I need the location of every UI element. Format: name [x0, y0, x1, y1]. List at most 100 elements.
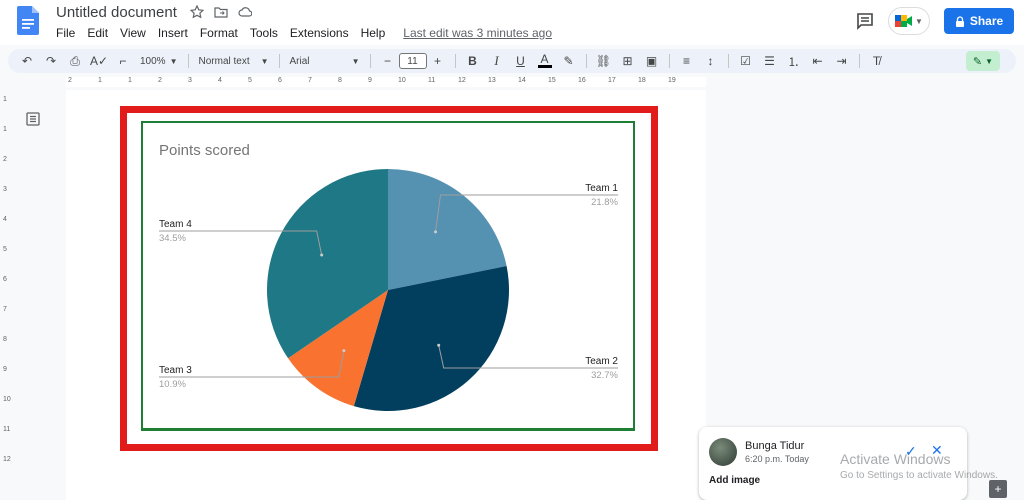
add-comment-icon[interactable]: ⊞: [621, 54, 635, 68]
leader-dot: [433, 230, 437, 234]
chevron-down-icon: ▼: [915, 16, 923, 26]
ruler-number: 16: [578, 77, 586, 84]
menu-format[interactable]: Format: [200, 26, 238, 40]
font-size-control: − 11 +: [381, 53, 445, 69]
align-icon[interactable]: ≡: [680, 54, 694, 68]
ruler-number: 15: [548, 77, 556, 84]
edit-pencil-icon: ✎: [972, 55, 983, 68]
leader-dot: [342, 349, 346, 353]
explore-icon[interactable]: +: [989, 480, 1007, 498]
move-folder-icon[interactable]: [214, 5, 228, 19]
vruler-number: 8: [3, 336, 7, 343]
ruler-number: 19: [668, 77, 676, 84]
add-image-link[interactable]: Add image: [709, 475, 760, 486]
comment-author: Bunga Tidur: [745, 440, 805, 452]
menu-edit[interactable]: Edit: [87, 26, 108, 40]
font-value: Arial: [289, 55, 310, 67]
pie-chart[interactable]: Points scored Team 1 21.8% Team 2 32.7% Team…: [143, 123, 633, 428]
chevron-down-icon: ▼: [260, 56, 269, 66]
decrease-indent-icon[interactable]: ⇤: [811, 54, 825, 68]
print-icon[interactable]: ⎙: [68, 54, 82, 68]
divider: [858, 54, 860, 68]
divider: [454, 54, 456, 68]
vertical-ruler[interactable]: 1 1 2 3 4 5 6 7 8 9 10 11 12: [2, 90, 12, 500]
watermark-title: Activate Windows: [840, 451, 951, 467]
lock-icon: [955, 15, 964, 27]
style-select[interactable]: Normal text ▼: [199, 56, 269, 67]
ruler-number: 1: [128, 77, 132, 84]
menu-file[interactable]: File: [56, 26, 75, 40]
chart-title: Points scored: [159, 142, 250, 159]
avatar: [709, 438, 737, 466]
slice-label: Team 2: [585, 356, 618, 367]
bold-button[interactable]: B: [466, 54, 480, 68]
vruler-number: 1: [3, 96, 7, 103]
slice-percent-label: 32.7%: [591, 370, 618, 381]
increase-indent-icon[interactable]: ⇥: [835, 54, 849, 68]
redo-icon[interactable]: ↷: [44, 54, 58, 68]
activate-windows-watermark: Activate Windows Go to Settings to activ…: [840, 451, 998, 481]
font-size-input[interactable]: 11: [398, 53, 427, 69]
comment-history-icon[interactable]: [856, 12, 874, 30]
font-select[interactable]: Arial ▼: [290, 56, 360, 67]
vruler-number: 1: [3, 126, 7, 133]
line-spacing-icon[interactable]: ↕: [704, 54, 718, 68]
bulleted-list-icon[interactable]: ☰: [763, 54, 777, 68]
ruler-number: 18: [638, 77, 646, 84]
undo-icon[interactable]: ↶: [20, 54, 34, 68]
vruler-number: 12: [3, 456, 11, 463]
decrease-font-icon[interactable]: −: [381, 54, 395, 68]
vruler-number: 6: [3, 276, 7, 283]
vruler-number: 3: [3, 186, 7, 193]
title-bar: Untitled document File Edit View Insert …: [0, 0, 1024, 45]
vruler-number: 11: [3, 426, 11, 433]
ruler-number: 5: [248, 77, 252, 84]
editing-mode-button[interactable]: ✎ ▼: [966, 51, 1000, 71]
chevron-down-icon: ▼: [985, 56, 994, 66]
divider: [668, 54, 670, 68]
share-label: Share: [969, 14, 1004, 28]
ruler-number: 2: [68, 77, 72, 84]
checklist-icon[interactable]: ☑: [739, 54, 753, 68]
ruler-number: 3: [188, 77, 192, 84]
last-edit-link[interactable]: Last edit was 3 minutes ago: [403, 26, 552, 40]
text-color-button[interactable]: A: [537, 53, 552, 68]
underline-button[interactable]: U: [514, 54, 528, 68]
horizontal-ruler[interactable]: 2 1 1 2 3 4 5 6 7 8 9 10 11 12 13 14 15 16 17 18 19: [66, 77, 706, 87]
italic-button[interactable]: I: [490, 53, 504, 68]
star-icon[interactable]: [189, 4, 205, 19]
toolbar: ↶ ↷ ⎙ A✓ ⌐ 100% ▼ Normal text ▼ Arial ▼ − 1…: [8, 49, 1016, 73]
divider: [369, 54, 371, 68]
menu-bar: File Edit View Insert Format Tools Exten…: [56, 26, 552, 40]
ruler-number: 11: [428, 77, 436, 84]
document-outline-icon[interactable]: [26, 112, 40, 126]
clear-formatting-icon[interactable]: T̸: [870, 54, 884, 68]
slice-percent-label: 34.5%: [159, 233, 186, 244]
link-icon[interactable]: ⛓: [596, 54, 611, 68]
meet-button[interactable]: ▼: [888, 7, 930, 35]
menu-help[interactable]: Help: [361, 26, 386, 40]
paint-format-icon[interactable]: ⌐: [116, 54, 130, 68]
divider: [187, 54, 189, 68]
spellcheck-icon[interactable]: A✓: [90, 54, 108, 68]
zoom-select[interactable]: 100% ▼: [140, 56, 178, 67]
menu-insert[interactable]: Insert: [158, 26, 188, 40]
highlight-icon[interactable]: ✎: [562, 54, 576, 68]
insert-image-icon[interactable]: ▣: [645, 54, 659, 68]
numbered-list-icon[interactable]: ⒈: [787, 54, 801, 69]
leader-dot: [320, 253, 324, 257]
docs-logo-icon[interactable]: [17, 6, 39, 35]
cloud-status-icon[interactable]: [238, 5, 253, 19]
divider: [727, 54, 729, 68]
menu-tools[interactable]: Tools: [250, 26, 278, 40]
share-button[interactable]: Share: [944, 8, 1014, 34]
document-title[interactable]: Untitled document: [56, 4, 177, 21]
slice-label: Team 1: [585, 183, 618, 194]
vruler-number: 4: [3, 216, 7, 223]
ruler-number: 1: [98, 77, 102, 84]
slice-percent-label: 10.9%: [159, 379, 186, 390]
increase-font-icon[interactable]: +: [431, 54, 445, 68]
menu-extensions[interactable]: Extensions: [290, 26, 349, 40]
menu-view[interactable]: View: [120, 26, 146, 40]
style-value: Normal text: [198, 55, 250, 67]
